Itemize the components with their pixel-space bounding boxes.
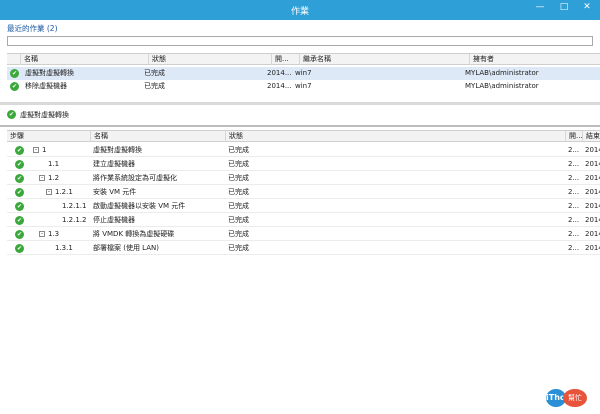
step-row[interactable]: ✔ 1.2.1.2 停止虛擬機器 已完成 2... 2014 [7,214,600,227]
empty-area [0,257,600,414]
step-end: 2014 [585,188,600,196]
step-row[interactable]: ✔ 1.2.1.1 啟動虛擬機器以安裝 VM 元件 已完成 2... 2014 [7,200,600,213]
column-name[interactable]: 名稱 [90,131,225,142]
maximize-button[interactable]: □ [553,0,575,16]
column-owner[interactable]: 擁有者 [469,54,600,65]
check-circle-icon: ✔ [10,69,19,78]
column-status[interactable]: 狀態 [148,54,271,65]
detail-divider [0,125,600,127]
column-step[interactable]: 步驟 [7,131,90,142]
search-input[interactable] [7,36,593,46]
job-start: 2014... [267,69,292,77]
step-start: 2... [568,244,580,252]
steps-header: 步驟 名稱 狀態 開... 結束 [7,130,600,142]
step-status: 已完成 [228,244,249,252]
step-number: 1.2.1 [55,188,73,196]
step-start: 2... [568,146,580,154]
step-name: 停止虛擬機器 [93,216,135,224]
step-row[interactable]: ✔ 1.1 建立虛擬機器 已完成 2... 2014 [7,158,600,171]
job-target: win7 [295,69,312,77]
step-end: 2014 [585,216,600,224]
check-circle-icon: ✔ [7,110,16,119]
step-status: 已完成 [228,174,249,182]
job-name: 虛擬對虛擬轉換 [25,69,74,77]
check-circle-icon: ✔ [15,230,24,239]
step-name: 安裝 VM 元件 [93,188,137,196]
detail-title-text: 虛擬對虛擬轉換 [20,111,69,119]
logo-text: 幫忙 [563,389,587,407]
step-status: 已完成 [228,188,249,196]
step-number: 1 [42,146,47,154]
step-number: 1.1 [48,160,60,168]
step-status: 已完成 [228,230,249,238]
column-status[interactable]: 狀態 [225,131,565,142]
table-row[interactable]: ✔ 虛擬對虛擬轉換 已完成 2014... win7 MYLAB\adminis… [7,67,600,80]
step-end: 2014 [585,202,600,210]
step-name: 將 VMDK 轉換為虛擬硬碟 [93,230,175,238]
check-circle-icon: ✔ [15,216,24,225]
check-circle-icon: ✔ [10,82,19,91]
step-end: 2014 [585,160,600,168]
step-number: 1.2.1.1 [62,202,87,210]
step-end: 2014 [585,244,600,252]
column-target[interactable]: 繼承名稱 [299,54,469,65]
step-row[interactable]: ✔ - 1.2.1 安裝 VM 元件 已完成 2... 2014 [7,186,600,199]
step-start: 2... [568,230,580,238]
window-title: 作業 [290,7,309,17]
step-status: 已完成 [228,146,249,154]
job-owner: MYLAB\administrator [465,69,539,77]
step-row[interactable]: ✔ 1.3.1 部署檔案 (使用 LAN) 已完成 2... 2014 [7,242,600,255]
step-end: 2014 [585,146,600,154]
step-status: 已完成 [228,202,249,210]
check-circle-icon: ✔ [15,244,24,253]
step-number: 1.2 [48,174,60,182]
check-circle-icon: ✔ [15,202,24,211]
job-status: 已完成 [144,82,165,90]
step-end: 2014 [585,174,600,182]
step-name: 虛擬對虛擬轉換 [93,146,142,154]
close-button[interactable]: ✕ [576,0,598,16]
step-name: 部署檔案 (使用 LAN) [93,244,159,252]
step-name: 將作業系統設定為可虛擬化 [93,174,177,182]
check-circle-icon: ✔ [15,146,24,155]
recent-jobs-header: 名稱 狀態 開... 繼承名稱 擁有者 [7,53,600,65]
recent-jobs-label: 最近的作業 (2) [7,24,58,33]
step-status: 已完成 [228,160,249,168]
step-number: 1.3.1 [55,244,73,252]
minimize-button[interactable]: — [529,0,551,16]
step-number: 1.2.1.2 [62,216,87,224]
job-name: 移除虛擬機器 [25,82,67,90]
column-start[interactable]: 開... [565,131,582,142]
step-name: 啟動虛擬機器以安裝 VM 元件 [93,202,186,210]
watermark-logo: iThome 幫忙 [546,389,594,407]
splitter[interactable] [0,102,600,105]
step-start: 2... [568,174,580,182]
step-name: 建立虛擬機器 [93,160,135,168]
job-owner: MYLAB\administrator [465,82,539,90]
column-name[interactable]: 名稱 [20,54,148,65]
step-row[interactable]: ✔ - 1.2 將作業系統設定為可虛擬化 已完成 2... 2014 [7,172,600,185]
step-end: 2014 [585,230,600,238]
check-circle-icon: ✔ [15,188,24,197]
job-target: win7 [295,82,312,90]
step-start: 2... [568,202,580,210]
step-row[interactable]: ✔ - 1 虛擬對虛擬轉換 已完成 2... 2014 [7,144,600,157]
step-row[interactable]: ✔ - 1.3 將 VMDK 轉換為虛擬硬碟 已完成 2... 2014 [7,228,600,241]
step-start: 2... [568,188,580,196]
step-status: 已完成 [228,216,249,224]
check-circle-icon: ✔ [15,160,24,169]
column-end[interactable]: 結束 [582,131,600,142]
job-status: 已完成 [144,69,165,77]
step-start: 2... [568,216,580,224]
step-number: 1.3 [48,230,60,238]
title-bar: 作業 — □ ✕ [0,0,600,20]
job-start: 2014... [267,82,292,90]
check-circle-icon: ✔ [15,174,24,183]
table-row[interactable]: ✔ 移除虛擬機器 已完成 2014... win7 MYLAB\administ… [7,80,600,93]
step-start: 2... [568,160,580,168]
column-start[interactable]: 開... [271,54,299,65]
